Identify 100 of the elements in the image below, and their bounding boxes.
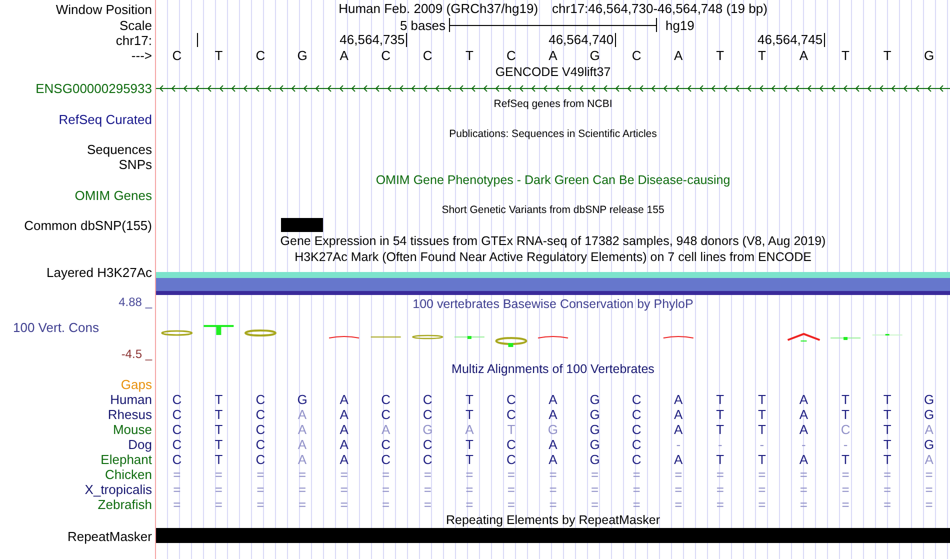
base-letter: = bbox=[798, 497, 809, 512]
track-title: Multiz Alignments of 100 Vertebrates bbox=[452, 360, 654, 378]
base-letter: = bbox=[339, 467, 349, 482]
base-letter: C bbox=[380, 437, 392, 452]
base-letter: C bbox=[422, 407, 434, 422]
base-letter: = bbox=[674, 467, 684, 482]
base-letter: C bbox=[630, 407, 642, 422]
base-letter: - bbox=[675, 437, 682, 452]
base-letter: = bbox=[882, 497, 892, 512]
base-letter: = bbox=[256, 467, 266, 482]
base-letter: T bbox=[840, 452, 850, 467]
base-letter: C bbox=[171, 437, 183, 452]
base-letter: G bbox=[422, 422, 434, 437]
base-letter: A bbox=[798, 407, 810, 422]
base-letter: C bbox=[422, 392, 434, 407]
base-letter: - bbox=[716, 437, 724, 452]
base-letter: = bbox=[464, 482, 474, 497]
base-letter: T bbox=[756, 407, 767, 422]
base-letter: = bbox=[840, 467, 850, 482]
base-letter: A bbox=[548, 407, 558, 422]
base-letter: A bbox=[464, 422, 475, 437]
base-letter: = bbox=[297, 482, 308, 497]
base-letter: C bbox=[171, 392, 183, 407]
base-letter: A bbox=[338, 407, 350, 422]
base-letter: C bbox=[506, 392, 517, 407]
base-letter: G bbox=[588, 452, 601, 467]
base-letter: G bbox=[923, 407, 936, 422]
base-letter: = bbox=[381, 467, 391, 482]
base-letter: C bbox=[380, 48, 392, 63]
coordinate-label: 46,564,740 bbox=[490, 33, 616, 47]
track-label: Mouse bbox=[112, 422, 152, 437]
base-letter: G bbox=[546, 422, 560, 437]
base-letter: = bbox=[757, 497, 767, 512]
base-letter: A bbox=[798, 422, 810, 437]
scale-label: 5 bases bbox=[398, 18, 447, 33]
base-letter: = bbox=[214, 482, 224, 497]
track-title: Repeating Elements by RepeatMasker bbox=[446, 512, 660, 529]
base-letter: A bbox=[673, 452, 684, 467]
base-letter: = bbox=[548, 497, 558, 512]
base-letter: C bbox=[254, 407, 266, 422]
base-letter: A bbox=[338, 437, 350, 452]
track-label: OMIM Genes bbox=[74, 188, 152, 203]
base-letter: C bbox=[506, 48, 517, 63]
track-label: Sequences bbox=[86, 142, 152, 157]
base-letter: A bbox=[548, 452, 558, 467]
base-letter: T bbox=[506, 422, 516, 437]
base-letter: = bbox=[798, 482, 809, 497]
base-letter: = bbox=[715, 467, 725, 482]
base-letter: T bbox=[464, 437, 474, 452]
track-label: X_tropicalis bbox=[84, 482, 152, 497]
base-letter: T bbox=[840, 407, 850, 422]
base-letter: A bbox=[924, 452, 934, 467]
base-letter: G bbox=[296, 392, 308, 407]
base-letter: T bbox=[214, 452, 224, 467]
base-letter: C bbox=[506, 452, 517, 467]
base-letter: G bbox=[588, 407, 601, 422]
variant-block bbox=[281, 218, 324, 232]
base-letter: C bbox=[171, 452, 183, 467]
base-letter: = bbox=[381, 497, 391, 512]
base-letter: T bbox=[715, 452, 726, 467]
base-letter: G bbox=[588, 437, 601, 452]
base-letter: A bbox=[798, 452, 810, 467]
base-letter: A bbox=[673, 392, 684, 407]
base-letter: C bbox=[840, 422, 852, 437]
base-letter: = bbox=[840, 482, 850, 497]
axis-label: -4.5 _ bbox=[121, 347, 152, 361]
track-title: RefSeq genes from NCBI bbox=[494, 96, 612, 112]
base-letter: C bbox=[171, 48, 183, 63]
base-letter: C bbox=[422, 48, 434, 63]
base-letter: G bbox=[296, 48, 308, 63]
base-letter: A bbox=[296, 407, 308, 422]
base-letter: = bbox=[297, 497, 308, 512]
base-letter: = bbox=[256, 497, 266, 512]
base-letter: = bbox=[172, 482, 182, 497]
base-letter: = bbox=[506, 482, 516, 497]
base-letter: = bbox=[632, 482, 642, 497]
track-label: ENSG00000295933 bbox=[36, 81, 152, 96]
base-letter: T bbox=[882, 407, 892, 422]
base-letter: - bbox=[800, 437, 807, 452]
base-letter: T bbox=[214, 392, 224, 407]
base-letter: = bbox=[172, 497, 182, 512]
base-letter: = bbox=[422, 467, 432, 482]
base-letter: A bbox=[296, 437, 308, 452]
track-label: ---> bbox=[131, 48, 152, 63]
base-letter: T bbox=[715, 48, 726, 63]
base-letter: = bbox=[256, 482, 266, 497]
base-letter: A bbox=[673, 48, 684, 63]
base-letter: C bbox=[380, 452, 392, 467]
base-letter: = bbox=[715, 482, 725, 497]
position-text: chr17:46,564,730-46,564,748 (19 bp) bbox=[552, 0, 768, 18]
base-letter: G bbox=[923, 437, 936, 452]
track-label: Chicken bbox=[105, 467, 152, 482]
base-letter: C bbox=[380, 407, 392, 422]
base-letter: = bbox=[924, 497, 934, 512]
base-letter: A bbox=[338, 422, 350, 437]
base-letter: G bbox=[588, 422, 601, 437]
track-label: RefSeq Curated bbox=[58, 112, 152, 127]
base-letter: = bbox=[924, 482, 934, 497]
base-letter: C bbox=[171, 422, 183, 437]
base-letter: = bbox=[548, 482, 558, 497]
